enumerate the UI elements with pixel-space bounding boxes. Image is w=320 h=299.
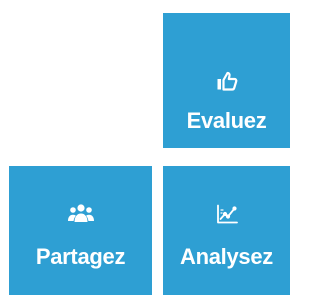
thumbs-up-icon (163, 71, 290, 91)
partagez-label: Partagez (35, 244, 126, 269)
users-group-icon (9, 204, 152, 222)
line-chart-icon (163, 204, 290, 224)
evaluez-tile[interactable]: Evaluez (163, 13, 290, 148)
analysez-tile[interactable]: Analysez (163, 166, 290, 295)
tile-grid: Evaluez Partagez Analysez (0, 0, 298, 299)
evaluez-label: Evaluez (186, 108, 267, 133)
partagez-tile[interactable]: Partagez (9, 166, 152, 295)
analysez-label: Analysez (180, 244, 273, 269)
